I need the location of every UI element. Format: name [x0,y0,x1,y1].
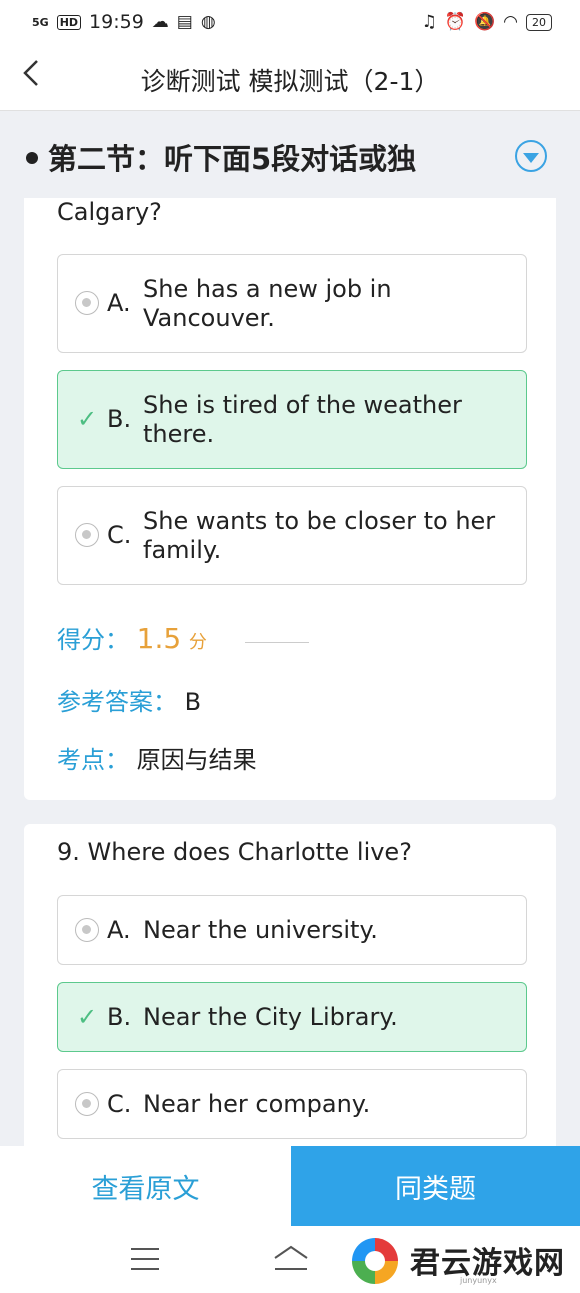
watermark-logo: 君云游戏网 junyunyx [352,1236,574,1286]
headphones-icon: ♫ [421,12,437,32]
question-text: Calgary? [57,198,162,226]
radio-icon [75,523,99,547]
compass-icon: ◍ [200,12,216,32]
wifi-icon: ◠ [503,12,518,32]
option-text: She has a new job in Vancouver. [143,275,392,332]
home-icon[interactable] [272,1244,310,1276]
check-icon: ✓ [76,1003,98,1031]
score-unit: 分 [188,632,207,653]
option-text: Near her company. [143,1090,371,1118]
similar-questions-button[interactable]: 同类题 [291,1146,580,1226]
option-text: She is tired of the weather there. [143,391,462,448]
option-b-correct[interactable]: ✓ B. Near the City Library. [57,982,527,1052]
point-label: 考点： [57,746,129,774]
option-letter: B. [107,1003,132,1031]
battery-indicator: 20 [526,13,552,31]
chevron-down-circle-icon[interactable] [515,140,547,172]
alarm-icon: ⏰ [444,12,466,32]
option-c[interactable]: C. She wants to be closer to her family. [57,486,527,585]
watermark-subtext: junyunyx [460,1276,497,1285]
section-title: 第二节：听下面5段对话或独 [48,142,417,176]
mute-icon: 🔕 [473,12,496,32]
status-bar: 5G HD 19:59 ☁ ▤ ◍ ♫ ⏰ 🔕 ◠ 20 [0,0,580,44]
option-a[interactable]: A. She has a new job in Vancouver. [57,254,527,353]
signal-indicator: 5G [32,15,49,29]
option-letter: C. [107,521,132,549]
clock: 19:59 [89,11,144,33]
answer-label: 参考答案： [57,688,177,716]
status-left: 5G HD 19:59 ☁ ▤ ◍ [32,11,216,33]
radio-icon [75,1092,99,1116]
page-title: 诊断测试 模拟测试（2-1） [140,67,440,96]
hd-badge: HD [56,14,82,30]
view-original-button[interactable]: 查看原文 [0,1146,291,1226]
score-value: 1.5 [136,622,182,655]
radio-icon [75,918,99,942]
radio-icon [75,291,99,315]
bullet-icon [26,152,38,164]
divider [245,642,309,643]
answer-row: 参考答案： B [57,682,201,717]
option-c[interactable]: C. Near her company. [57,1069,527,1139]
answer-value: B [184,688,202,716]
option-text: Near the university. [143,916,378,944]
status-right: ♫ ⏰ 🔕 ◠ 20 [422,12,552,32]
navigation-bar: 诊断测试 模拟测试（2-1） [0,44,580,111]
logo-icon [352,1238,398,1284]
question-text: 9. Where does Charlotte live? [57,838,412,866]
point-value: 原因与结果 [136,746,257,774]
score-row: 得分： 1.5 分 [57,620,207,655]
check-icon: ✓ [76,405,98,433]
option-text: Near the City Library. [143,1003,398,1031]
option-letter: A. [107,916,131,944]
point-row: 考点： 原因与结果 [57,740,257,775]
option-letter: B. [107,405,132,433]
option-b-correct[interactable]: ✓ B. She is tired of the weather there. [57,370,527,469]
cloud-icon: ☁ [151,12,169,32]
score-label: 得分： [57,626,129,654]
option-letter: A. [107,289,131,317]
option-text: She wants to be closer to her family. [143,507,496,564]
calendar-icon: ▤ [176,12,193,32]
option-letter: C. [107,1090,132,1118]
option-a[interactable]: A. Near the university. [57,895,527,965]
menu-icon[interactable] [131,1248,159,1270]
